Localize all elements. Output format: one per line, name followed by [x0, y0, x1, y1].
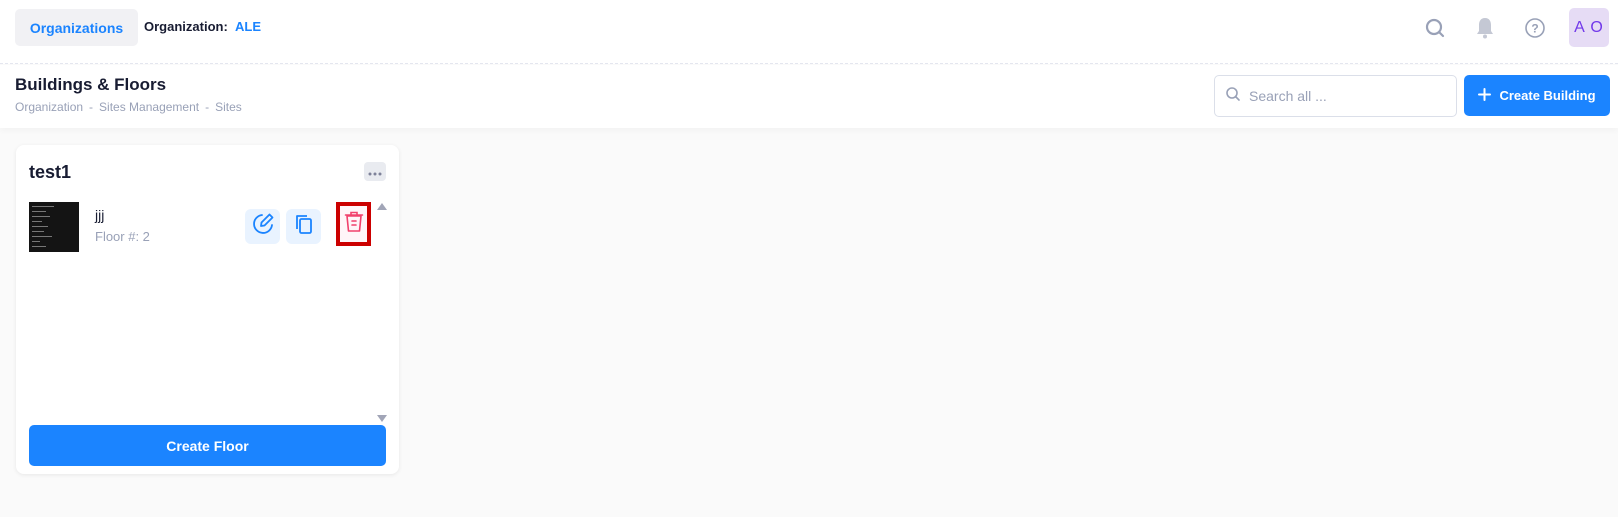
floor-name[interactable]: jjj: [95, 207, 104, 223]
scroll-down-arrow[interactable]: [377, 415, 387, 422]
edit-icon: [251, 212, 275, 241]
svg-text:?: ?: [1531, 22, 1538, 36]
organizations-tab[interactable]: Organizations: [15, 9, 138, 46]
user-avatar[interactable]: A O: [1569, 8, 1609, 47]
breadcrumb-separator: -: [89, 100, 94, 114]
search-box[interactable]: [1214, 75, 1457, 117]
bell-icon[interactable]: [1470, 13, 1500, 43]
page-toolbar: Buildings & Floors Organization - Sites …: [0, 65, 1618, 128]
breadcrumb-sites[interactable]: Sites: [215, 100, 242, 114]
search-icon: [1225, 86, 1241, 107]
create-building-label: Create Building: [1499, 88, 1596, 103]
page-title: Buildings & Floors: [15, 75, 167, 94]
organization-label: Organization:: [144, 19, 228, 34]
create-building-button[interactable]: Create Building: [1464, 75, 1610, 116]
breadcrumb: Organization - Sites Management - Sites: [15, 100, 242, 114]
create-floor-button[interactable]: Create Floor: [29, 425, 386, 466]
more-options-button[interactable]: [364, 162, 386, 181]
search-input[interactable]: [1249, 88, 1439, 104]
trash-icon: [344, 210, 364, 239]
ellipsis-icon: [368, 163, 382, 181]
floor-thumbnail[interactable]: [29, 202, 79, 252]
organization-value[interactable]: ALE: [235, 19, 261, 34]
help-icon[interactable]: ?: [1520, 13, 1550, 43]
edit-floor-button[interactable]: [245, 209, 280, 244]
top-navbar: Organizations Organization: ALE ? A O: [0, 0, 1618, 64]
delete-floor-button[interactable]: [336, 202, 371, 246]
building-card: test1 jjj Floor #: 2 Create Floor: [16, 145, 399, 474]
breadcrumb-separator: -: [205, 100, 210, 114]
breadcrumb-sites-management[interactable]: Sites Management: [99, 100, 199, 114]
building-name: test1: [29, 162, 72, 182]
copy-floor-button[interactable]: [286, 209, 321, 244]
scroll-up-arrow[interactable]: [377, 203, 387, 210]
copy-icon: [293, 213, 315, 240]
breadcrumb-organization[interactable]: Organization: [15, 100, 83, 114]
floor-number: Floor #: 2: [95, 229, 150, 244]
search-icon[interactable]: [1420, 13, 1450, 43]
plus-icon: [1478, 87, 1492, 104]
